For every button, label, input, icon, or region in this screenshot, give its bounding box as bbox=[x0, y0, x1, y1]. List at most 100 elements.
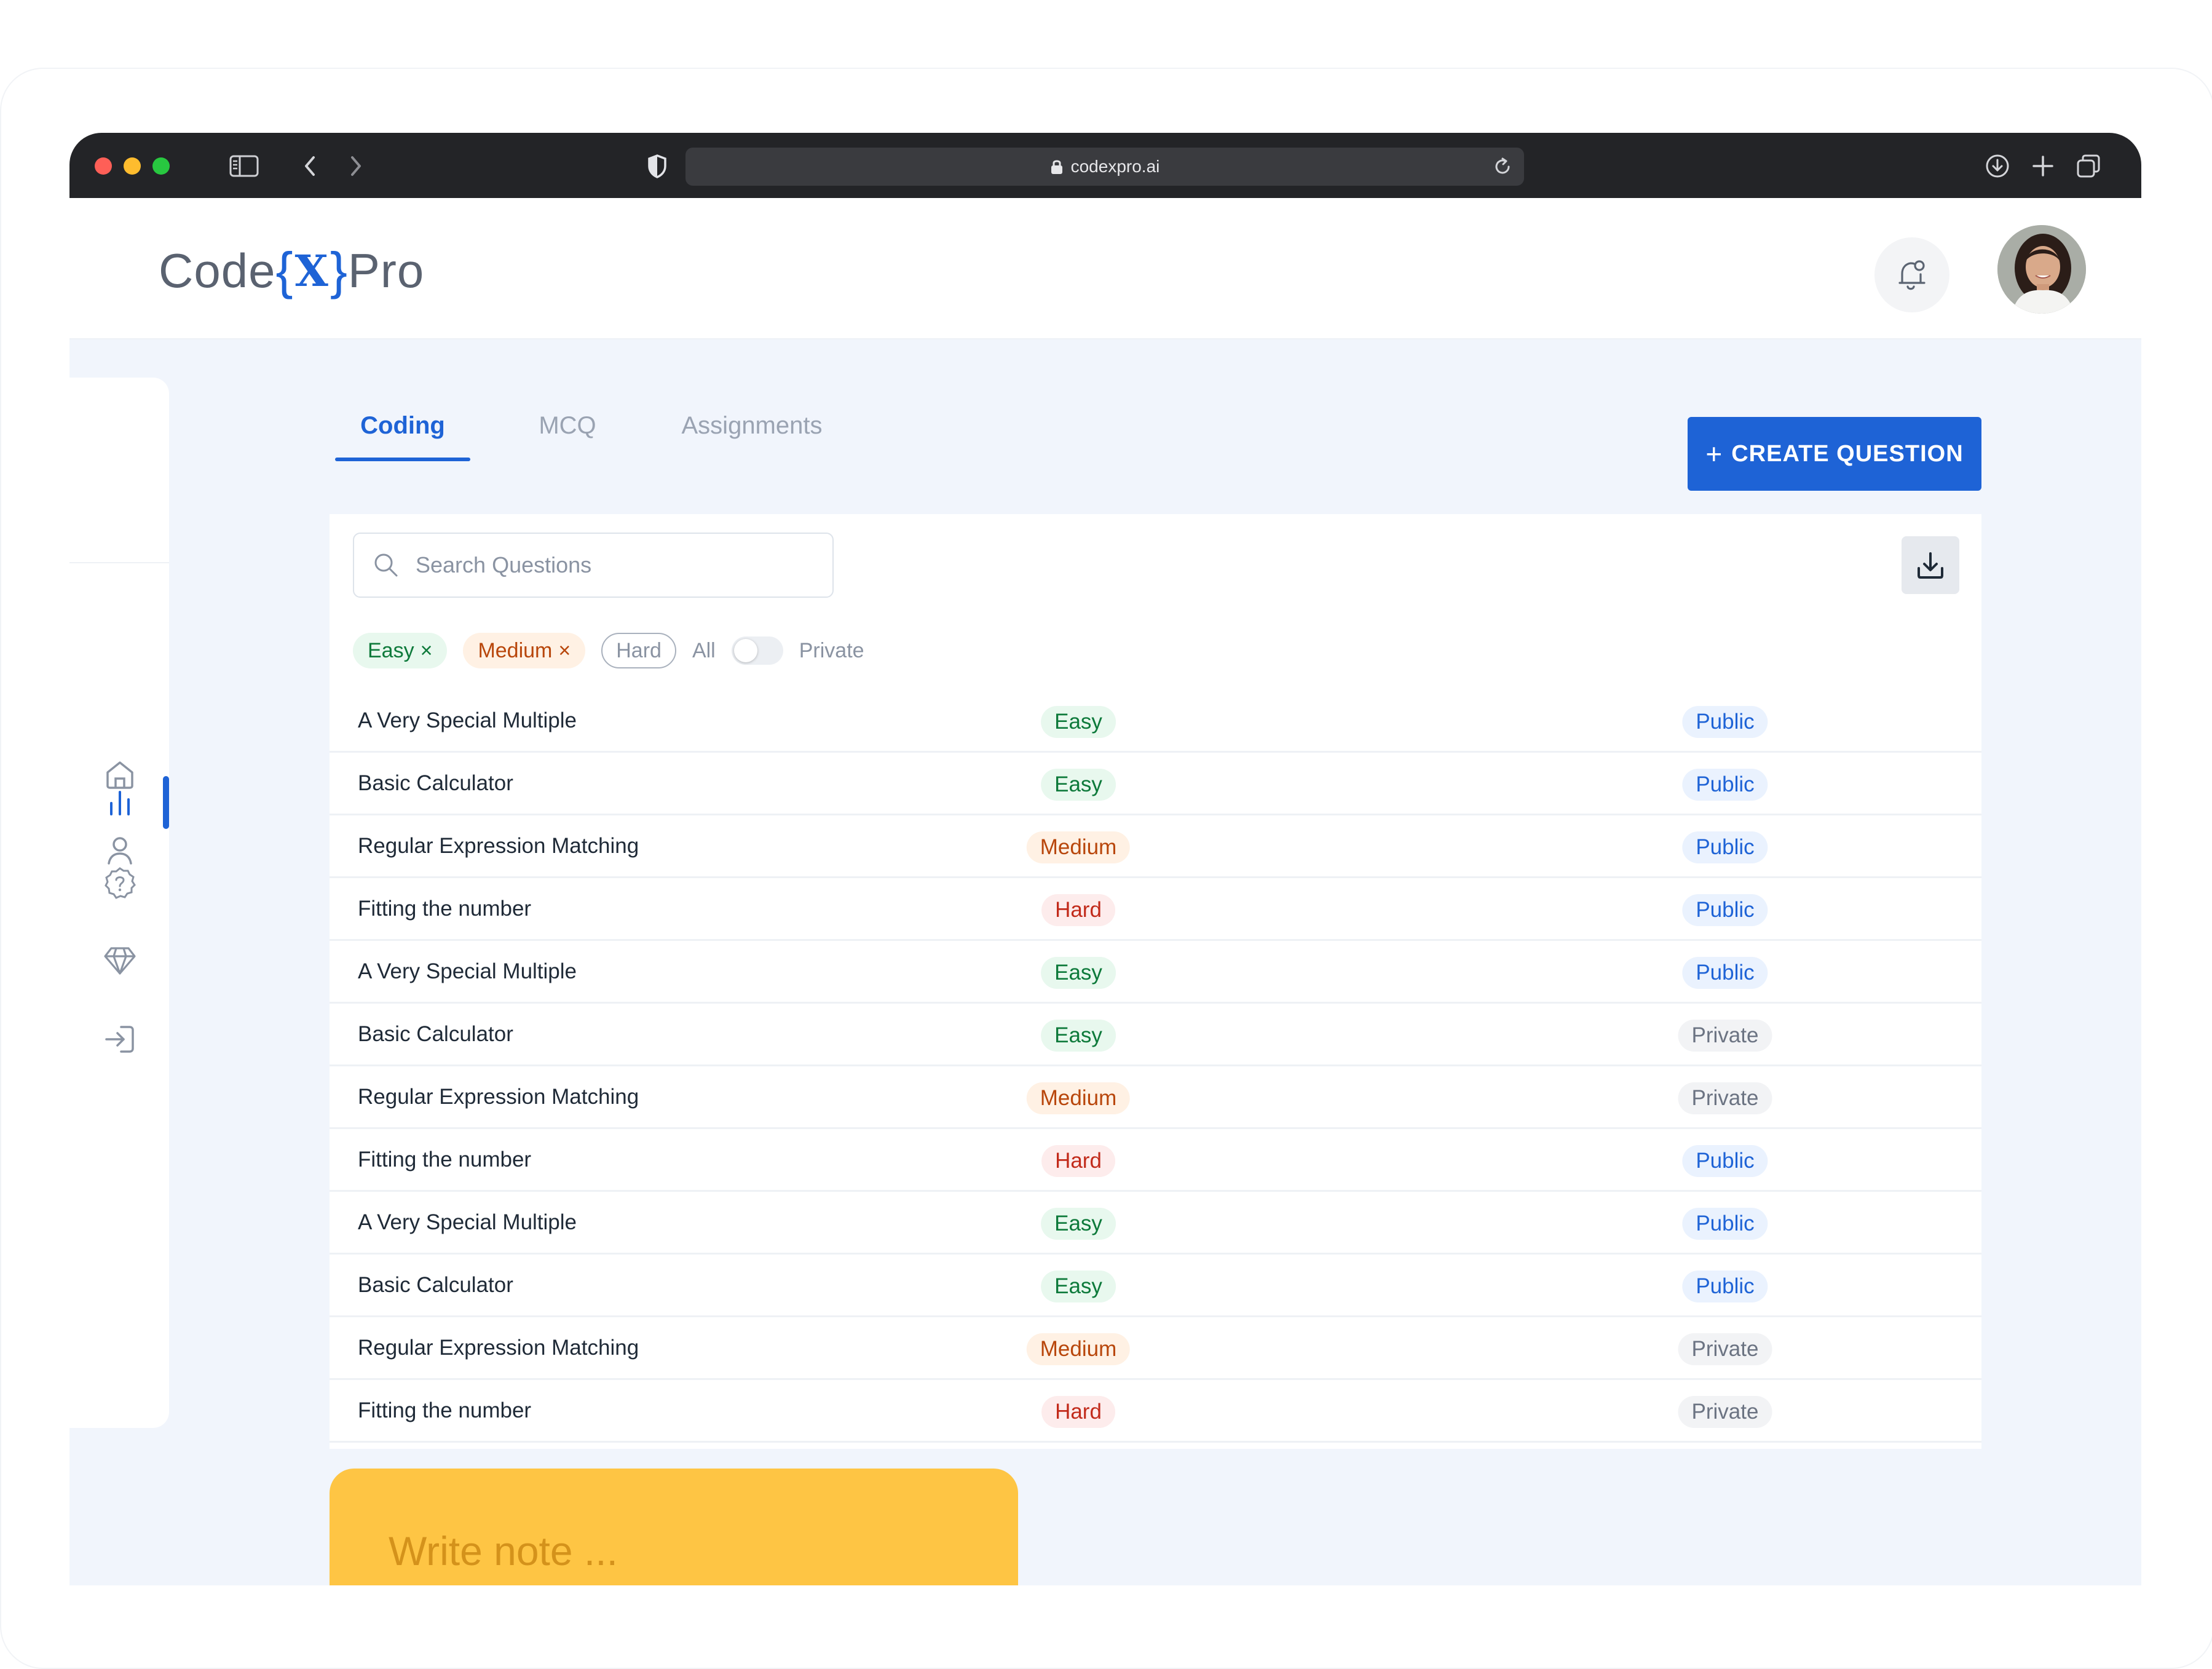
table-row[interactable]: Regular Expression Matching Medium Private bbox=[330, 1066, 1981, 1129]
user-avatar[interactable] bbox=[1997, 225, 2086, 314]
diamond-icon[interactable] bbox=[100, 941, 140, 980]
question-title[interactable]: A Very Special Multiple bbox=[358, 690, 577, 751]
table-row[interactable]: Regular Expression Matching Medium Private bbox=[330, 1317, 1981, 1380]
sidebar-toggle-icon[interactable] bbox=[228, 150, 260, 182]
reload-icon[interactable] bbox=[1490, 154, 1515, 180]
notifications-button[interactable] bbox=[1874, 237, 1949, 312]
visibility-badge: Private bbox=[1678, 1333, 1772, 1365]
search-icon bbox=[374, 553, 398, 577]
logo-brace-open: { bbox=[275, 241, 294, 299]
table-row[interactable]: A Very Special Multiple Easy Public bbox=[330, 690, 1981, 753]
window-close-dot[interactable] bbox=[95, 157, 112, 175]
difficulty-badge: Easy bbox=[1041, 1208, 1116, 1240]
note-placeholder: Write note ... bbox=[389, 1528, 618, 1574]
question-title[interactable]: A Very Special Multiple bbox=[358, 1192, 577, 1253]
tab-overview-icon[interactable] bbox=[2072, 150, 2104, 182]
difficulty-badge: Hard bbox=[1041, 1145, 1115, 1177]
difficulty-badge: Medium bbox=[1026, 1333, 1131, 1365]
private-toggle[interactable] bbox=[731, 636, 783, 665]
question-title[interactable]: Basic Calculator bbox=[358, 1255, 513, 1316]
tab-active-underline bbox=[335, 458, 470, 461]
tab-coding[interactable]: Coding bbox=[335, 395, 470, 456]
question-title[interactable]: Fitting the number bbox=[358, 1129, 531, 1191]
filter-chip-hard[interactable]: Hard bbox=[601, 633, 676, 668]
visibility-badge: Private bbox=[1678, 1020, 1772, 1052]
lock-icon bbox=[1051, 160, 1062, 174]
help-icon[interactable] bbox=[100, 863, 140, 903]
chart-icon[interactable] bbox=[100, 782, 140, 822]
sidebar-divider bbox=[69, 562, 169, 563]
search-input[interactable] bbox=[414, 552, 810, 579]
app-header: Code { X } Pro bbox=[69, 198, 2141, 339]
difficulty-badge: Easy bbox=[1041, 1020, 1116, 1052]
main-content: Coding MCQ Assignments + CREATE QUESTION… bbox=[69, 339, 2141, 1585]
question-title[interactable]: A Very Special Multiple bbox=[358, 941, 577, 1002]
logo-suffix: Pro bbox=[347, 243, 425, 298]
question-title[interactable]: Regular Expression Matching bbox=[358, 1066, 639, 1128]
plus-icon: + bbox=[1705, 438, 1723, 470]
table-row[interactable]: Basic Calculator Easy Public bbox=[330, 1255, 1981, 1317]
question-title[interactable]: Fitting the number bbox=[358, 1380, 531, 1441]
browser-toolbar: codexpro.ai bbox=[69, 133, 2141, 198]
create-question-button[interactable]: + CREATE QUESTION bbox=[1688, 417, 1981, 491]
table-row[interactable]: A Very Special Multiple Easy Public bbox=[330, 941, 1981, 1004]
table-row[interactable]: Fitting the number Hard Public bbox=[330, 878, 1981, 941]
visibility-badge: Public bbox=[1682, 1271, 1768, 1302]
filter-bar: Easy × Medium × Hard All Private bbox=[353, 632, 864, 669]
visibility-badge: Public bbox=[1682, 957, 1768, 989]
logout-icon[interactable] bbox=[100, 1020, 140, 1059]
filter-chip-easy[interactable]: Easy × bbox=[353, 633, 448, 668]
table-row[interactable]: Regular Expression Matching Medium Public bbox=[330, 815, 1981, 878]
question-title[interactable]: Basic Calculator bbox=[358, 1004, 513, 1065]
difficulty-badge: Easy bbox=[1041, 1271, 1116, 1302]
question-title[interactable]: Regular Expression Matching bbox=[358, 1317, 639, 1379]
visibility-badge: Private bbox=[1678, 1082, 1772, 1114]
forward-arrow-icon[interactable] bbox=[340, 150, 372, 182]
downloads-icon[interactable] bbox=[1981, 150, 2013, 182]
bell-icon bbox=[1898, 260, 1926, 290]
window-minimize-dot[interactable] bbox=[124, 157, 141, 175]
questions-table: A Very Special Multiple Easy Public Basic C… bbox=[330, 690, 1981, 1443]
address-text: codexpro.ai bbox=[1070, 157, 1160, 176]
back-arrow-icon[interactable] bbox=[294, 150, 326, 182]
table-row[interactable]: Basic Calculator Easy Public bbox=[330, 753, 1981, 815]
table-row[interactable]: Basic Calculator Easy Private bbox=[330, 1004, 1981, 1066]
visibility-badge: Private bbox=[1678, 1396, 1772, 1428]
sidebar-nav bbox=[69, 378, 169, 1428]
difficulty-badge: Hard bbox=[1041, 1396, 1115, 1428]
table-row[interactable]: Fitting the number Hard Private bbox=[330, 1380, 1981, 1443]
browser-window: codexpro.ai Code { X } Pro Coding MCQ As… bbox=[69, 133, 2141, 1585]
visibility-badge: Public bbox=[1682, 831, 1768, 863]
logo-brace-close: } bbox=[330, 241, 348, 299]
visibility-badge: Public bbox=[1682, 894, 1768, 926]
tab-mcq[interactable]: MCQ bbox=[512, 395, 623, 456]
difficulty-badge: Medium bbox=[1026, 1082, 1131, 1114]
question-title[interactable]: Basic Calculator bbox=[358, 753, 513, 814]
filter-chip-medium[interactable]: Medium × bbox=[463, 633, 586, 668]
visibility-badge: Public bbox=[1682, 769, 1768, 801]
sticky-note[interactable]: Write note ... bbox=[330, 1469, 1018, 1585]
download-icon bbox=[1918, 552, 1943, 579]
filter-private-label: Private bbox=[799, 638, 864, 662]
close-icon[interactable]: × bbox=[421, 639, 433, 663]
table-row[interactable]: A Very Special Multiple Easy Public bbox=[330, 1192, 1981, 1255]
question-title[interactable]: Fitting the number bbox=[358, 878, 531, 940]
address-bar[interactable]: codexpro.ai bbox=[685, 148, 1524, 186]
create-question-label: CREATE QUESTION bbox=[1731, 440, 1964, 467]
logo-prefix: Code bbox=[159, 243, 276, 298]
new-tab-plus-icon[interactable] bbox=[2027, 150, 2059, 182]
question-title[interactable]: Regular Expression Matching bbox=[358, 815, 639, 877]
difficulty-badge: Easy bbox=[1041, 957, 1116, 989]
window-zoom-dot[interactable] bbox=[152, 157, 170, 175]
download-button[interactable] bbox=[1902, 536, 1959, 594]
search-box[interactable] bbox=[353, 533, 834, 598]
difficulty-badge: Medium bbox=[1026, 831, 1131, 863]
difficulty-badge: Hard bbox=[1041, 894, 1115, 926]
table-row[interactable]: Fitting the number Hard Public bbox=[330, 1129, 1981, 1192]
close-icon[interactable]: × bbox=[558, 639, 571, 663]
logo-mark: X bbox=[294, 245, 329, 296]
difficulty-badge: Easy bbox=[1041, 706, 1116, 738]
codexpro-logo[interactable]: Code { X } Pro bbox=[159, 240, 424, 301]
privacy-shield-icon[interactable] bbox=[641, 150, 673, 182]
tab-assignments[interactable]: Assignments bbox=[660, 395, 844, 456]
